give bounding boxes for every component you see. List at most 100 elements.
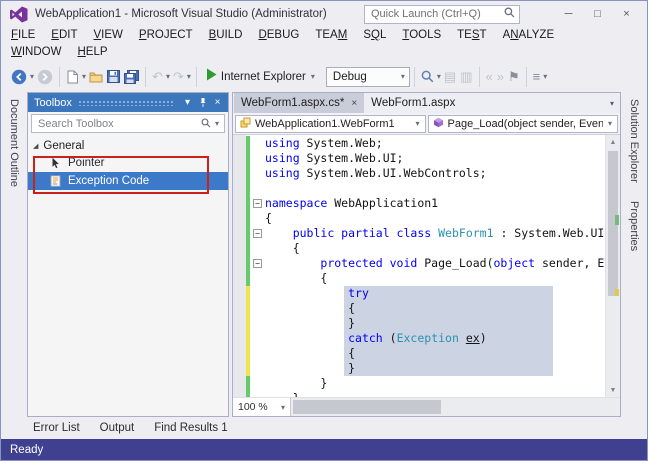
- chevron-down-icon[interactable]: ▾: [542, 72, 548, 81]
- code-text: protected void Page_Load(object sender, …: [265, 256, 605, 271]
- toolbar-overflow-button[interactable]: ≡: [531, 66, 543, 88]
- chevron-down-icon[interactable]: ▾: [214, 119, 220, 128]
- breakpoint-margin[interactable]: [233, 135, 246, 397]
- close-icon[interactable]: ×: [210, 97, 225, 108]
- code-line[interactable]: using System.Web.UI;: [246, 151, 605, 166]
- quick-launch-input[interactable]: [369, 7, 504, 21]
- rail-tab-solution-explorer[interactable]: Solution Explorer: [628, 99, 640, 183]
- minimize-button[interactable]: ─: [554, 3, 583, 25]
- bookmark-button[interactable]: ⚑: [506, 66, 522, 88]
- scrollbar-track[interactable]: [606, 149, 620, 383]
- decrease-indent-button[interactable]: «: [484, 66, 495, 88]
- drag-grip[interactable]: [78, 99, 174, 106]
- close-button[interactable]: ×: [612, 3, 641, 25]
- increase-indent-button[interactable]: »: [495, 66, 506, 88]
- menu-item-build[interactable]: BUILD: [201, 27, 251, 44]
- new-file-button[interactable]: [64, 66, 81, 88]
- uncomment-button[interactable]: ▥: [458, 66, 474, 88]
- vertical-scrollbar[interactable]: ▲ ▼: [605, 135, 620, 397]
- zoom-selector[interactable]: 100 % ▾: [233, 398, 291, 416]
- code-line[interactable]: try: [246, 286, 605, 301]
- code-line[interactable]: }: [246, 376, 605, 391]
- toolbox-header[interactable]: Toolbox ▾ ×: [28, 93, 228, 112]
- menu-item-test[interactable]: TEST: [449, 27, 494, 44]
- code-line[interactable]: }: [246, 361, 605, 376]
- scroll-down-icon[interactable]: ▼: [606, 383, 620, 397]
- start-debug-button[interactable]: Internet Explorer ▾: [201, 68, 321, 86]
- code-line[interactable]: {: [246, 271, 605, 286]
- find-in-files-button[interactable]: [419, 66, 436, 88]
- code-editor[interactable]: using System.Web;using System.Web.UI;usi…: [246, 135, 605, 397]
- save-all-button[interactable]: [122, 66, 141, 88]
- code-line[interactable]: }: [246, 316, 605, 331]
- collapse-icon[interactable]: −: [253, 229, 262, 238]
- code-line[interactable]: catch (Exception ex): [246, 331, 605, 346]
- toolbox-panel: Toolbox ▾ × ▾ ◢: [27, 92, 229, 417]
- code-line[interactable]: {: [246, 301, 605, 316]
- document-tabs: WebForm1.aspx.cs*×WebForm1.aspx ▾: [233, 93, 620, 113]
- tab-list-chevron-icon[interactable]: ▾: [604, 99, 620, 108]
- document-tab-webform1-aspx-cs[interactable]: WebForm1.aspx.cs*×: [234, 93, 364, 113]
- menu-item-tools[interactable]: TOOLS: [394, 27, 449, 44]
- code-line[interactable]: −namespace WebApplication1: [246, 196, 605, 211]
- rail-tab-document-outline[interactable]: Document Outline: [8, 99, 20, 187]
- quick-launch[interactable]: [364, 5, 520, 24]
- toolbox-search-box[interactable]: ▾: [31, 114, 225, 133]
- toolbox-search-input[interactable]: [36, 117, 198, 131]
- navigate-back-button[interactable]: [9, 66, 29, 88]
- collapse-icon[interactable]: −: [253, 199, 262, 208]
- close-icon[interactable]: ×: [351, 98, 357, 109]
- horizontal-scrollbar[interactable]: [291, 398, 620, 416]
- scrollbar-thumb[interactable]: [293, 400, 441, 414]
- code-line[interactable]: − protected void Page_Load(object sender…: [246, 256, 605, 271]
- code-line[interactable]: }: [246, 391, 605, 397]
- chevron-down-icon[interactable]: ▾: [186, 72, 192, 81]
- chevron-down-icon[interactable]: ▾: [310, 72, 316, 81]
- toolbox-item-exception-code[interactable]: Exception Code: [28, 172, 228, 190]
- toolbox-item-label: Exception Code: [68, 175, 149, 187]
- fold-gutter: [250, 301, 265, 316]
- menu-item-sql[interactable]: SQL: [355, 27, 394, 44]
- window-position-chevron-icon[interactable]: ▾: [180, 97, 195, 108]
- title-bar[interactable]: WebApplication1 - Microsoft Visual Studi…: [1, 1, 647, 27]
- rail-tab-properties[interactable]: Properties: [628, 201, 640, 251]
- open-file-button[interactable]: [87, 66, 105, 88]
- menu-item-project[interactable]: PROJECT: [131, 27, 201, 44]
- toolbox-group-general[interactable]: ◢ General: [28, 137, 228, 154]
- code-line[interactable]: using System.Web.UI.WebControls;: [246, 166, 605, 181]
- menu-item-edit[interactable]: EDIT: [43, 27, 85, 44]
- collapse-icon[interactable]: ◢: [33, 142, 38, 150]
- panel-tab-error-list[interactable]: Error List: [23, 422, 90, 434]
- menu-item-analyze[interactable]: ANALYZE: [495, 27, 563, 44]
- maximize-button[interactable]: □: [583, 3, 612, 25]
- collapse-icon[interactable]: −: [253, 259, 262, 268]
- code-line[interactable]: {: [246, 241, 605, 256]
- code-line[interactable]: {: [246, 346, 605, 361]
- member-dropdown[interactable]: Page_Load(object sender, Event ▾: [428, 115, 619, 133]
- editor-navigation-bar: WebApplication1.WebForm1 ▾ Page_Load(obj…: [233, 113, 620, 135]
- menu-item-view[interactable]: VIEW: [86, 27, 131, 44]
- menu-item-help[interactable]: HELP: [69, 44, 115, 61]
- panel-tab-output[interactable]: Output: [90, 422, 145, 434]
- toolbox-item-pointer[interactable]: Pointer: [28, 154, 228, 172]
- navigate-forward-button[interactable]: [35, 66, 55, 88]
- code-line[interactable]: − public partial class WebForm1 : System…: [246, 226, 605, 241]
- solution-config-dropdown[interactable]: Debug ▾: [326, 67, 410, 87]
- redo-button[interactable]: ↷: [171, 66, 186, 88]
- save-button[interactable]: [105, 66, 122, 88]
- comment-button[interactable]: ▤: [442, 66, 458, 88]
- menu-item-window[interactable]: WINDOW: [3, 44, 69, 61]
- menu-item-debug[interactable]: DEBUG: [250, 27, 307, 44]
- menu-item-file[interactable]: FILE: [3, 27, 43, 44]
- code-line[interactable]: [246, 181, 605, 196]
- code-line[interactable]: {: [246, 211, 605, 226]
- pin-icon[interactable]: [195, 97, 210, 108]
- code-text: {: [265, 241, 605, 256]
- undo-button[interactable]: ↶: [150, 66, 165, 88]
- scroll-up-icon[interactable]: ▲: [606, 135, 620, 149]
- menu-item-team[interactable]: TEAM: [307, 27, 355, 44]
- document-tab-webform1-aspx[interactable]: WebForm1.aspx: [364, 93, 462, 113]
- code-line[interactable]: using System.Web;: [246, 136, 605, 151]
- panel-tab-find-results-1[interactable]: Find Results 1: [144, 422, 238, 434]
- type-dropdown[interactable]: WebApplication1.WebForm1 ▾: [235, 115, 426, 133]
